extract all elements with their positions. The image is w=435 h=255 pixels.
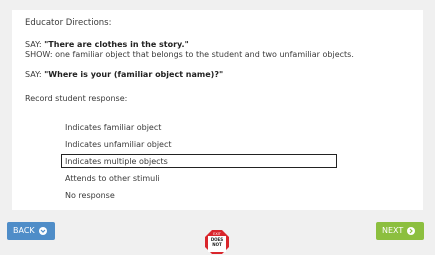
option-unfamiliar-object[interactable]: Indicates unfamiliar object	[61, 137, 337, 151]
say-quote: "Where is your (familiar object name)?"	[44, 70, 224, 79]
directions-title: Educator Directions:	[25, 18, 112, 28]
show-instruction: SHOW: one familiar object that belongs t…	[25, 50, 354, 59]
back-button-label: BACK	[13, 226, 35, 235]
response-options: Indicates familiar object Indicates unfa…	[61, 120, 337, 205]
say-label: SAY:	[25, 40, 45, 49]
back-button[interactable]: BACK	[7, 222, 55, 240]
option-other-stimuli[interactable]: Attends to other stimuli	[61, 171, 337, 185]
say-instruction-1: SAY: "There are clothes in the story."	[25, 40, 189, 49]
next-button-label: NEXT	[382, 226, 404, 235]
next-arrow-icon	[407, 227, 416, 235]
next-button[interactable]: NEXT	[376, 222, 424, 240]
exit-text-line3: NOT	[212, 242, 222, 247]
record-instruction: Record student response:	[25, 94, 128, 103]
exit-label: EXIT	[213, 232, 222, 236]
say-instruction-2: SAY: "Where is your (familiar object nam…	[25, 70, 223, 79]
directions-panel: Educator Directions: SAY: "There are clo…	[12, 10, 423, 210]
back-arrow-icon	[38, 227, 47, 235]
option-multiple-objects[interactable]: Indicates multiple objects	[61, 154, 337, 168]
exit-stop-sign-icon[interactable]: EXIT DOES NOT	[204, 229, 230, 255]
option-no-response[interactable]: No response	[61, 188, 337, 202]
say-quote: "There are clothes in the story."	[44, 40, 189, 49]
say-label: SAY:	[25, 70, 45, 79]
option-familiar-object[interactable]: Indicates familiar object	[61, 120, 337, 134]
